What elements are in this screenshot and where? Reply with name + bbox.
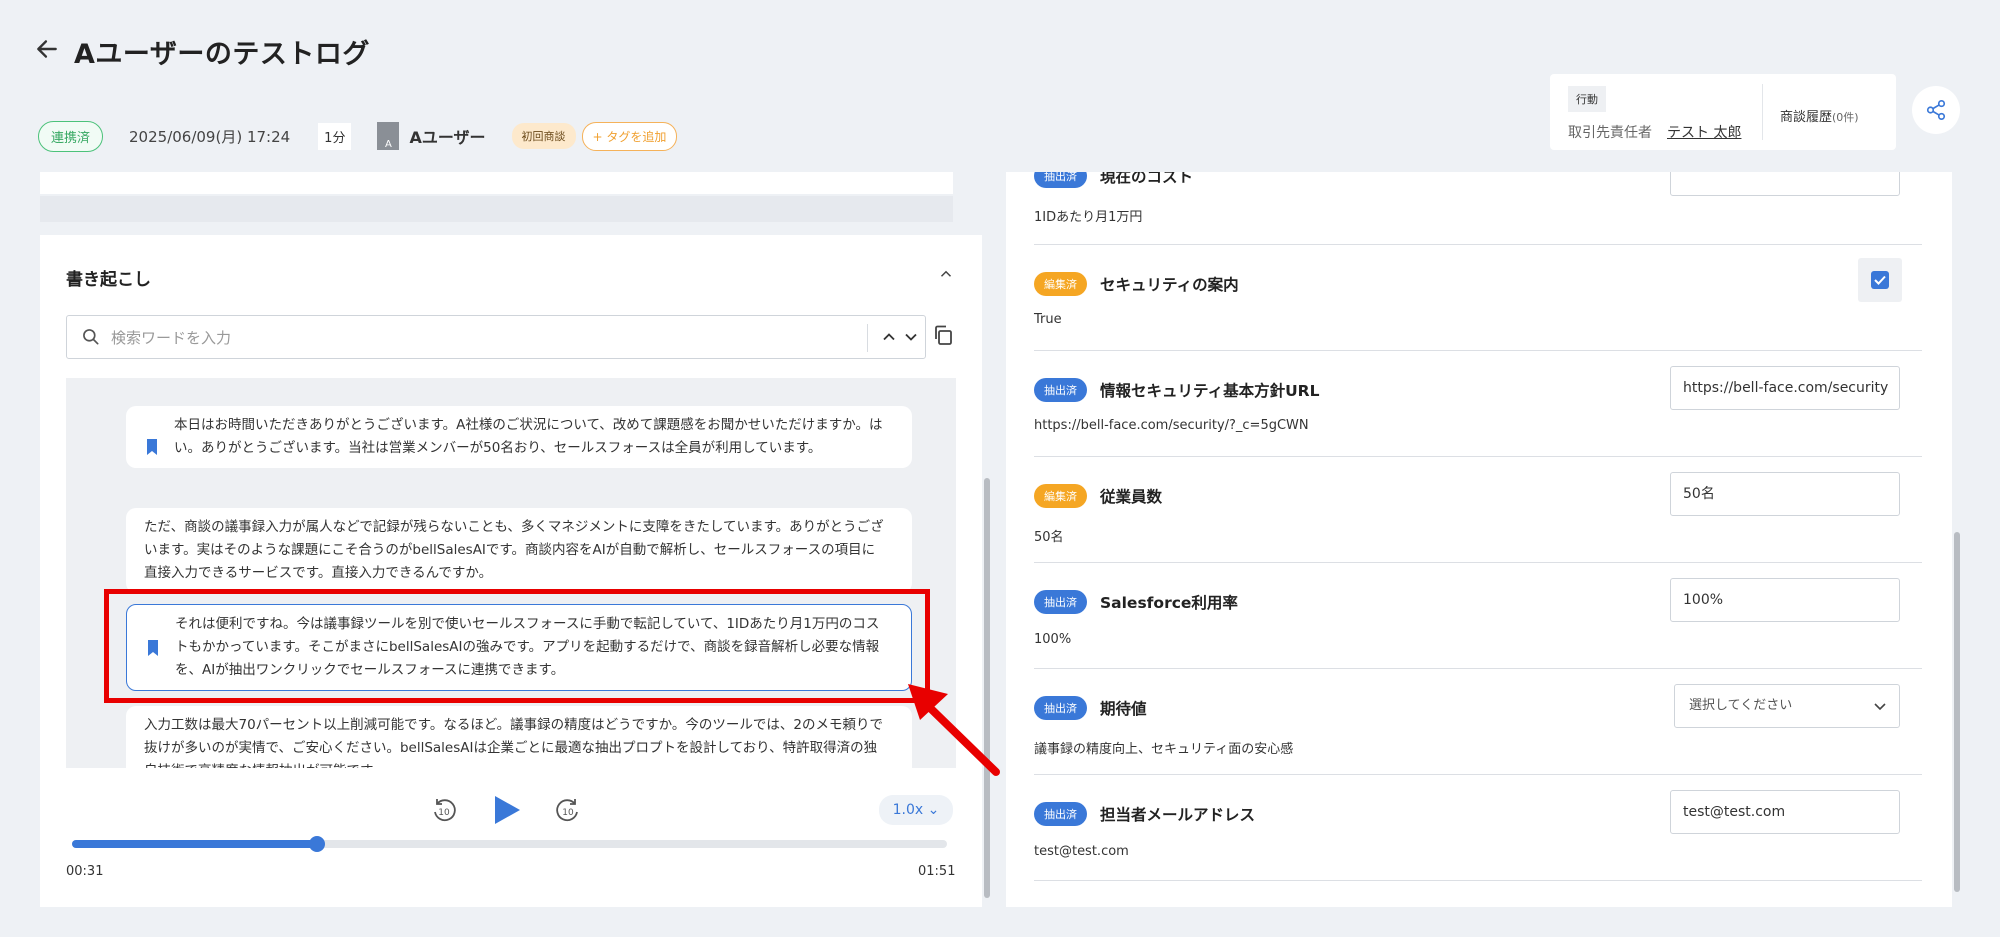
divider — [1762, 84, 1763, 140]
transcript-message[interactable]: ただ、商談の議事録入力が属人などで記録が残らないことも、多くマネジメントに支障を… — [126, 508, 912, 593]
card-gap — [40, 196, 953, 222]
contact-name-link[interactable]: テスト 太郎 — [1667, 122, 1741, 142]
avatar: A — [377, 122, 400, 150]
message-text: ただ、商談の議事録入力が属人などで記録が残らないことも、多くマネジメントに支障を… — [144, 519, 884, 581]
bookmark-icon[interactable] — [146, 439, 158, 455]
field-value: 1IDあたり月1万円 — [1034, 210, 1143, 225]
field-value: 50名 — [1034, 530, 1064, 545]
total-time: 01:51 — [918, 864, 956, 879]
tag-first-meeting[interactable]: 初回商談 — [511, 123, 576, 149]
playback-speed-button[interactable]: 1.0x ⌄ — [879, 795, 953, 825]
back-arrow-icon[interactable] — [34, 36, 60, 62]
field-value: test@test.com — [1034, 844, 1129, 859]
collapse-chevron-icon[interactable] — [937, 265, 955, 283]
divider — [1034, 350, 1922, 351]
select-value: 選択してください — [1689, 698, 1793, 713]
user-name: Aユーザー — [409, 128, 486, 147]
page-title: Aユーザーのテストログ — [74, 39, 370, 70]
employee-count-input[interactable]: 50名 — [1670, 472, 1900, 516]
progress-knob[interactable] — [309, 836, 325, 852]
field-label: 担当者メールアドレス — [1100, 806, 1256, 824]
field-label: Salesforce利用率 — [1100, 594, 1238, 612]
security-guide-checkbox[interactable] — [1871, 271, 1889, 289]
forward-10-icon[interactable]: 10 — [554, 796, 582, 824]
highlight-annotation — [104, 589, 930, 703]
field-value: https://bell-face.com/security/?_c=5gCWN — [1034, 418, 1309, 433]
player-controls: 10 10 — [430, 790, 590, 830]
action-label: 行動 — [1568, 86, 1606, 112]
progress-bar[interactable] — [72, 836, 947, 852]
chevron-down-icon — [1874, 703, 1886, 711]
chevron-up-icon[interactable] — [879, 327, 899, 347]
rewind-10-icon[interactable]: 10 — [430, 796, 458, 824]
field-label: 従業員数 — [1100, 488, 1163, 506]
meta-row: 連携済 2025/06/09(月) 17:24 1分 A Aユーザー 初回商談 … — [38, 120, 678, 152]
meeting-duration: 1分 — [318, 122, 352, 150]
field-badge: 抽出済 — [1034, 590, 1087, 614]
play-icon[interactable] — [492, 794, 522, 826]
divider — [1034, 456, 1922, 457]
field-label: 情報セキュリティ基本方針URL — [1100, 382, 1320, 400]
divider — [1034, 244, 1922, 245]
copy-icon[interactable] — [931, 323, 955, 347]
status-badge: 連携済 — [38, 120, 104, 152]
transcript-message[interactable]: 入力工数は最大70パーセント以上削減可能です。なるほど。議事録の精度はどうですか… — [126, 706, 912, 768]
field-badge: 抽出済 — [1034, 172, 1087, 188]
current-time: 00:31 — [66, 864, 104, 879]
field-badge: 編集済 — [1034, 272, 1087, 296]
field-security-guide: 編集済 セキュリティの案内 True — [1034, 272, 1922, 332]
divider — [1034, 880, 1922, 881]
transcript-messages[interactable]: 本日はお時間いただきありがとうございます。A社様のご状況について、改めて課題感を… — [66, 378, 956, 768]
field-value: 議事録の精度向上、セキュリティ面の安心感 — [1034, 742, 1294, 757]
check-icon — [1874, 275, 1886, 285]
search-divider — [867, 324, 868, 352]
field-badge: 編集済 — [1034, 484, 1087, 508]
transcript-search — [66, 315, 926, 359]
field-badge: 抽出済 — [1034, 696, 1087, 720]
meeting-date: 2025/06/09(月) 17:24 — [129, 127, 291, 146]
svg-text:10: 10 — [562, 808, 574, 818]
divider — [1034, 562, 1922, 563]
progress-fill — [72, 840, 317, 848]
header-spacer — [1006, 150, 1952, 172]
message-text: 入力工数は最大70パーセント以上削減可能です。なるほど。議事録の精度はどうですか… — [144, 717, 883, 768]
action-card: 行動 取引先責任者 テスト 太郎 商談履歴(0件) — [1550, 74, 1896, 150]
current-cost-input[interactable] — [1670, 172, 1900, 196]
security-url-input[interactable]: https://bell-face.com/security — [1670, 366, 1900, 410]
security-guide-checkbox-wrap[interactable] — [1858, 258, 1902, 302]
search-input[interactable] — [111, 324, 671, 352]
summary-card-bottom — [40, 172, 953, 194]
field-value: True — [1034, 312, 1062, 327]
field-badge: 抽出済 — [1034, 378, 1087, 402]
left-panel-scrollbar[interactable] — [984, 172, 990, 904]
share-button[interactable] — [1912, 86, 1960, 134]
salesforce-usage-input[interactable]: 100% — [1670, 578, 1900, 622]
history-count: (0件) — [1832, 111, 1859, 124]
svg-text:10: 10 — [438, 808, 450, 818]
transcript-title: 書き起こし — [66, 270, 151, 290]
chevron-down-icon[interactable] — [901, 327, 921, 347]
field-badge: 抽出済 — [1034, 802, 1087, 826]
red-arrow-annotation — [908, 684, 1000, 776]
field-value: 100% — [1034, 632, 1072, 647]
right-panel-scrollbar[interactable] — [1954, 172, 1960, 907]
divider — [1034, 668, 1922, 669]
meeting-history-link[interactable]: 商談履歴(0件) — [1780, 106, 1859, 125]
divider — [1034, 774, 1922, 775]
contact-role: 取引先責任者 — [1568, 125, 1652, 141]
right-scrollbar-thumb[interactable] — [1954, 532, 1960, 892]
message-text: 本日はお時間いただきありがとうございます。A社様のご状況について、改めて課題感を… — [174, 417, 883, 456]
field-label: セキュリティの案内 — [1100, 276, 1239, 294]
field-label: 現在のコスト — [1100, 172, 1194, 186]
field-label: 期待値 — [1100, 700, 1147, 718]
search-icon — [83, 329, 99, 345]
fields-panel: 抽出済 現在のコスト 1IDあたり月1万円 編集済 セキュリティの案内 True… — [1006, 172, 1952, 907]
transcript-message[interactable]: 本日はお時間いただきありがとうございます。A社様のご状況について、改めて課題感を… — [126, 406, 912, 468]
share-icon — [1926, 100, 1946, 120]
contact-email-input[interactable]: test@test.com — [1670, 790, 1900, 834]
add-tag-button[interactable]: + タグを追加 — [581, 121, 678, 151]
history-label: 商談履歴 — [1780, 110, 1833, 125]
expectation-select[interactable]: 選択してください — [1674, 684, 1900, 728]
